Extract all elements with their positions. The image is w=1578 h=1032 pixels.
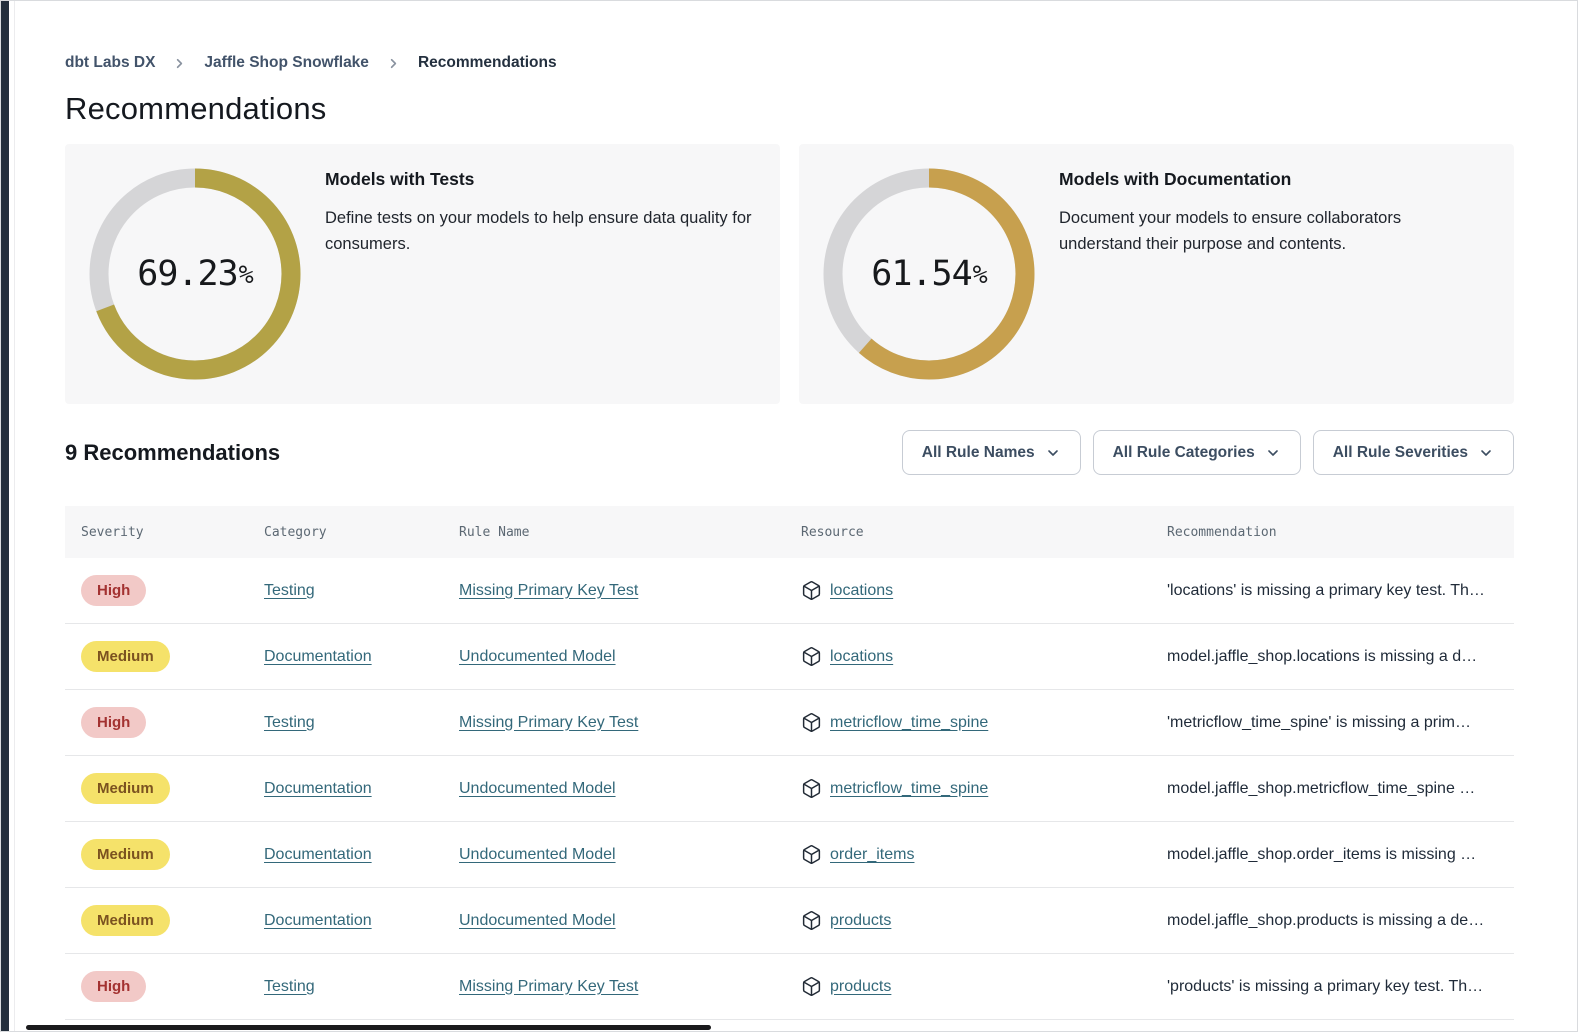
- col-rule-name: Rule Name: [459, 525, 801, 540]
- resource-link[interactable]: locations: [830, 648, 893, 666]
- chevron-down-icon: [1478, 445, 1494, 461]
- category-link[interactable]: Documentation: [264, 780, 372, 797]
- severity-badge: Medium: [81, 839, 170, 870]
- donut-percent-label: 61.54%: [823, 168, 1035, 380]
- resource-link[interactable]: order_items: [830, 846, 914, 864]
- resource-link[interactable]: metricflow_time_spine: [830, 714, 988, 732]
- resource-link[interactable]: products: [830, 912, 891, 930]
- card-text: Models with Tests Define tests on your m…: [325, 144, 780, 258]
- col-category: Category: [264, 525, 459, 540]
- table-row: Medium Documentation Undocumented Model …: [65, 888, 1514, 954]
- severity-badge: High: [81, 575, 146, 606]
- col-recommendation: Recommendation: [1167, 525, 1498, 540]
- donut-percent-label: 69.23%: [89, 168, 301, 380]
- recommendations-table: Severity Category Rule Name Resource Rec…: [65, 506, 1514, 1020]
- card-description: Define tests on your models to help ensu…: [325, 205, 756, 258]
- model-cube-icon: [801, 844, 822, 865]
- col-severity: Severity: [81, 525, 264, 540]
- filter-label: All Rule Severities: [1333, 444, 1468, 462]
- chevron-right-icon: [172, 56, 187, 71]
- card-title: Models with Tests: [325, 169, 756, 190]
- breadcrumb-current: Recommendations: [418, 54, 557, 72]
- filter-label: All Rule Names: [922, 444, 1035, 462]
- model-cube-icon: [801, 910, 822, 931]
- card-models-with-tests: 69.23% Models with Tests Define tests on…: [65, 144, 780, 404]
- breadcrumb-project[interactable]: dbt Labs DX: [65, 54, 155, 72]
- rule-name-link[interactable]: Undocumented Model: [459, 648, 616, 665]
- page-title: Recommendations: [65, 91, 1514, 127]
- list-header: 9 Recommendations All Rule Names All Rul…: [65, 430, 1514, 475]
- recommendation-text: 'metricflow_time_spine' is missing a pri…: [1167, 714, 1498, 732]
- filter-rule-severities[interactable]: All Rule Severities: [1313, 430, 1514, 475]
- category-link[interactable]: Testing: [264, 582, 315, 599]
- metric-cards: 69.23% Models with Tests Define tests on…: [65, 144, 1514, 404]
- rule-name-link[interactable]: Missing Primary Key Test: [459, 582, 638, 599]
- donut-chart-documentation: 61.54%: [823, 168, 1035, 380]
- sidebar-edge: [1, 1, 9, 1031]
- recommendation-text: 'locations' is missing a primary key tes…: [1167, 582, 1498, 600]
- severity-badge: Medium: [81, 905, 170, 936]
- severity-badge: High: [81, 707, 146, 738]
- table-row: High Testing Missing Primary Key Test lo…: [65, 558, 1514, 624]
- table-row: Medium Documentation Undocumented Model …: [65, 822, 1514, 888]
- table-row: Medium Documentation Undocumented Model …: [65, 624, 1514, 690]
- severity-badge: Medium: [81, 641, 170, 672]
- breadcrumb-environment[interactable]: Jaffle Shop Snowflake: [204, 54, 369, 72]
- rule-name-link[interactable]: Undocumented Model: [459, 780, 616, 797]
- category-link[interactable]: Documentation: [264, 648, 372, 665]
- category-link[interactable]: Documentation: [264, 846, 372, 863]
- filter-label: All Rule Categories: [1113, 444, 1255, 462]
- recommendations-count: 9 Recommendations: [65, 440, 280, 466]
- rule-name-link[interactable]: Undocumented Model: [459, 912, 616, 929]
- model-cube-icon: [801, 580, 822, 601]
- recommendation-text: 'products' is missing a primary key test…: [1167, 978, 1498, 996]
- card-models-with-documentation: 61.54% Models with Documentation Documen…: [799, 144, 1514, 404]
- horizontal-scrollbar-thumb[interactable]: [26, 1025, 711, 1030]
- category-link[interactable]: Testing: [264, 978, 315, 995]
- card-text: Models with Documentation Document your …: [1059, 144, 1514, 258]
- breadcrumb: dbt Labs DX Jaffle Shop Snowflake Recomm…: [65, 54, 1514, 72]
- chevron-down-icon: [1265, 445, 1281, 461]
- card-description: Document your models to ensure collabora…: [1059, 205, 1434, 258]
- rule-name-link[interactable]: Missing Primary Key Test: [459, 978, 638, 995]
- table-row: Medium Documentation Undocumented Model …: [65, 756, 1514, 822]
- chevron-down-icon: [1045, 445, 1061, 461]
- category-link[interactable]: Documentation: [264, 912, 372, 929]
- filter-rule-categories[interactable]: All Rule Categories: [1093, 430, 1301, 475]
- model-cube-icon: [801, 646, 822, 667]
- rule-name-link[interactable]: Missing Primary Key Test: [459, 714, 638, 731]
- chevron-right-icon: [386, 56, 401, 71]
- resource-link[interactable]: metricflow_time_spine: [830, 780, 988, 798]
- filter-bar: All Rule Names All Rule Categories All R…: [902, 430, 1514, 475]
- resource-link[interactable]: products: [830, 978, 891, 996]
- model-cube-icon: [801, 778, 822, 799]
- recommendation-text: model.jaffle_shop.products is missing a …: [1167, 912, 1498, 930]
- filter-rule-names[interactable]: All Rule Names: [902, 430, 1081, 475]
- table-header: Severity Category Rule Name Resource Rec…: [65, 506, 1514, 558]
- recommendation-text: model.jaffle_shop.locations is missing a…: [1167, 648, 1498, 666]
- rule-name-link[interactable]: Undocumented Model: [459, 846, 616, 863]
- card-title: Models with Documentation: [1059, 169, 1490, 190]
- model-cube-icon: [801, 712, 822, 733]
- recommendation-text: model.jaffle_shop.order_items is missing…: [1167, 846, 1498, 864]
- recommendation-text: model.jaffle_shop.metricflow_time_spine …: [1167, 780, 1498, 798]
- category-link[interactable]: Testing: [264, 714, 315, 731]
- resource-link[interactable]: locations: [830, 582, 893, 600]
- col-resource: Resource: [801, 525, 1167, 540]
- severity-badge: Medium: [81, 773, 170, 804]
- main-content: dbt Labs DX Jaffle Shop Snowflake Recomm…: [15, 54, 1577, 1020]
- content-divider: [14, 1, 15, 1031]
- table-row: High Testing Missing Primary Key Test me…: [65, 690, 1514, 756]
- donut-chart-tests: 69.23%: [89, 168, 301, 380]
- table-row: High Testing Missing Primary Key Test pr…: [65, 954, 1514, 1020]
- model-cube-icon: [801, 976, 822, 997]
- severity-badge: High: [81, 971, 146, 1002]
